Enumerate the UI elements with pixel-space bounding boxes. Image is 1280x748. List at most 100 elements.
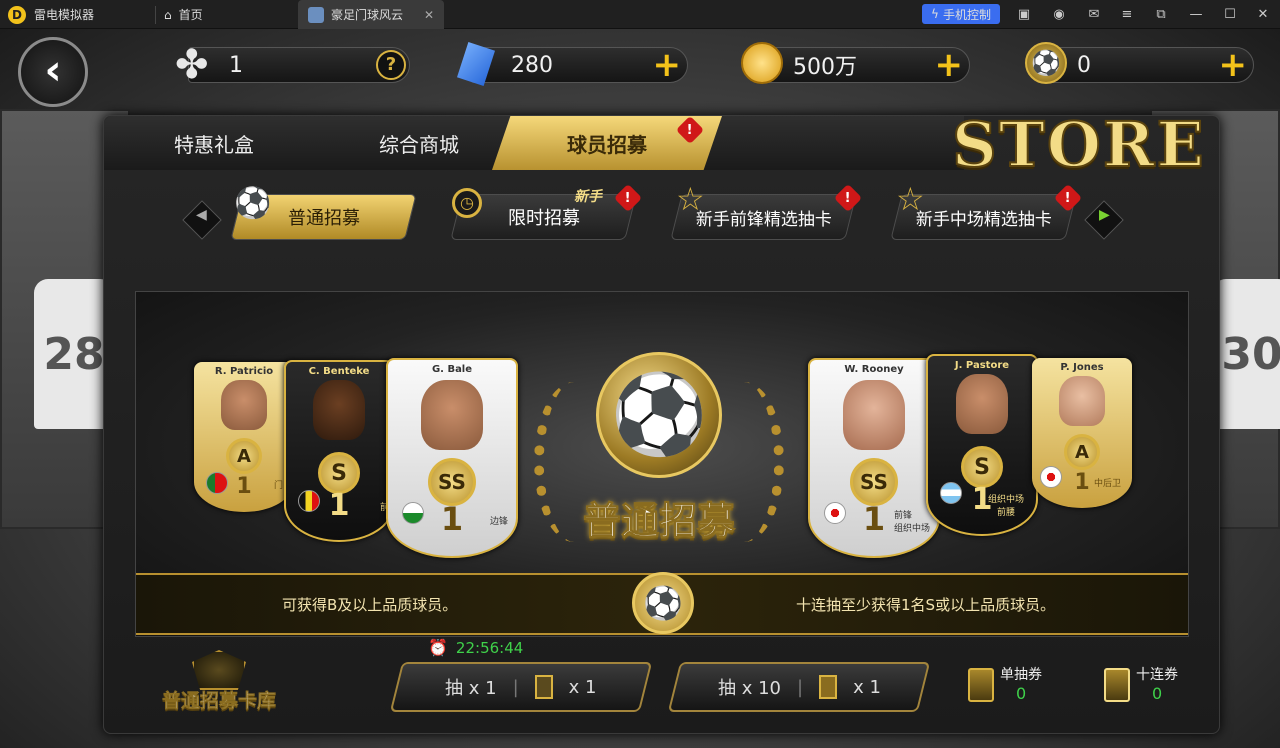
close-window-icon[interactable]: ✕	[1250, 0, 1276, 29]
tab-special-gift[interactable]: 特惠礼盒	[114, 116, 314, 170]
gamepad-icon[interactable]: ▣	[1011, 0, 1037, 29]
ten-ticket-count: 0	[1152, 684, 1163, 703]
tab-general-store-label: 综合商城	[379, 132, 459, 157]
separator: |	[512, 676, 519, 698]
ten-ticket-icon	[818, 675, 837, 699]
card-number: 1	[440, 500, 464, 538]
single-ticket-counter: 单抽券 0	[966, 662, 1086, 712]
card-player-name: P. Jones	[1060, 362, 1104, 373]
add-coins-button[interactable]: +	[935, 48, 964, 82]
single-ticket-count: 0	[1016, 684, 1027, 703]
phone-control-button[interactable]: ϟ 手机控制	[922, 4, 1000, 24]
tab-home-label: 首页	[178, 8, 203, 22]
draw-ten-button[interactable]: 抽 x 10 | x 1	[667, 662, 931, 712]
app-brand: D 雷电模拟器	[8, 0, 94, 29]
card-library-label: 普通招募卡库	[161, 690, 277, 713]
card-number: 1	[1074, 470, 1090, 495]
star-icon: ☆	[896, 180, 925, 218]
info-left-text: 可获得B及以上品质球员。	[282, 596, 458, 614]
flag-england-icon	[1040, 466, 1062, 488]
draw-once-content: 抽 x 1 | x 1	[445, 674, 597, 700]
back-arrow-icon: ‹	[44, 44, 62, 94]
back-button[interactable]: ‹	[18, 37, 88, 107]
single-ticket-icon	[968, 668, 994, 702]
player-card[interactable]: R. Patricio A 1 门	[194, 362, 294, 512]
player-portrait	[956, 374, 1008, 434]
soccer-ball-icon: ⚽	[596, 352, 722, 478]
draw-once-label: 抽 x 1	[445, 678, 497, 699]
player-portrait	[1059, 376, 1105, 426]
account-icon[interactable]: ◉	[1046, 0, 1072, 29]
divider	[155, 6, 156, 24]
single-ticket-icon	[534, 675, 553, 699]
tab-game[interactable]: 豪足门球风云 ✕	[298, 0, 444, 29]
maximize-icon[interactable]: ☐	[1217, 0, 1243, 29]
ball-token-count: 0	[1077, 52, 1091, 78]
add-ball-token-button[interactable]: +	[1219, 48, 1248, 82]
recruit-banner: R. Patricio A 1 门 C. Benteke S 1 前 G. Ba…	[135, 291, 1189, 637]
single-ticket-label: 单抽券	[1000, 667, 1042, 683]
timer-value: 22:56:44	[455, 638, 524, 657]
gem-icon	[457, 42, 495, 86]
card-position: 组织中场 前腰	[988, 495, 1025, 518]
tab-game-label: 豪足门球风云	[331, 8, 404, 22]
flag-portugal-icon	[206, 472, 228, 494]
subtab-limited-recruit-label: 限时招募	[507, 208, 580, 229]
draw-once-button[interactable]: 抽 x 1 | x 1	[389, 662, 653, 712]
card-player-name: J. Pastore	[954, 360, 1010, 371]
player-card[interactable]: W. Rooney SS 1 前锋 组织中场	[808, 358, 940, 558]
player-card[interactable]: P. Jones A 1 中后卫	[1032, 358, 1132, 508]
player-portrait	[843, 380, 905, 450]
app-logo-icon: D	[8, 5, 26, 24]
store-logo: STORE	[951, 107, 1206, 182]
ten-ticket-icon	[1104, 668, 1130, 702]
store-panel: 特惠礼盒 综合商城 球员招募 ! STORE ◀ 普通招募 ⚽ 限时招募 ◷ 新…	[103, 107, 1220, 734]
newbie-tag: 新手	[574, 189, 602, 205]
separator: |	[796, 676, 803, 698]
recruit-emblem: ⚽ 普通招募	[524, 352, 794, 562]
card-number: 1	[328, 488, 350, 523]
draw-ten-cost: x 1	[852, 676, 881, 698]
timer: ⏰ 22:56:44	[428, 638, 523, 657]
player-card[interactable]: C. Benteke S 1 前	[284, 360, 394, 542]
clover-icon: ✤	[175, 42, 209, 88]
add-gems-button[interactable]: +	[653, 48, 682, 82]
star-icon: ☆	[676, 180, 705, 218]
tab-home[interactable]: ⌂ 首页	[164, 0, 292, 29]
player-portrait	[421, 380, 483, 450]
emblem-title: 普通招募	[582, 499, 735, 544]
info-right-text: 十连抽至少获得1名S或以上品质球员。	[796, 596, 1056, 614]
card-player-name: W. Rooney	[844, 364, 904, 375]
prev-arrow-icon: ◀	[196, 207, 207, 223]
help-button[interactable]: ?	[376, 50, 406, 80]
clover-count: 1	[229, 52, 243, 78]
app-name: 雷电模拟器	[34, 8, 95, 22]
coin-count: 500万	[793, 55, 857, 80]
player-card[interactable]: J. Pastore S 1 组织中场 前腰	[926, 354, 1038, 536]
alarm-clock-icon: ⏰	[428, 638, 448, 657]
home-icon: ⌂	[164, 7, 172, 22]
close-tab-icon[interactable]: ✕	[424, 8, 434, 22]
gold-coin-icon: ⚽	[632, 572, 694, 634]
tab-general-store[interactable]: 综合商城	[319, 116, 519, 170]
card-player-name: C. Benteke	[308, 366, 370, 377]
ball-token-icon: ⚽	[1025, 42, 1067, 84]
card-position: 中后卫	[1094, 479, 1122, 489]
coin-icon	[741, 42, 783, 84]
mail-icon[interactable]: ✉	[1081, 0, 1107, 29]
clover-counter: ✤ 1 ?	[175, 42, 410, 88]
tab-player-recruit-label: 球员招募	[567, 132, 647, 157]
draw-once-cost: x 1	[568, 676, 597, 698]
popout-icon[interactable]: ⧉	[1148, 0, 1174, 29]
card-library-button[interactable]: 普通招募卡库	[144, 650, 294, 720]
player-card[interactable]: G. Bale SS 1 边锋	[386, 358, 518, 558]
card-grade: SS	[428, 458, 476, 506]
subtab-forward-draw-label: 新手前锋精选抽卡	[695, 209, 832, 230]
card-player-name: R. Patricio	[214, 366, 274, 377]
tab-special-gift-label: 特惠礼盒	[174, 132, 254, 157]
menu-icon[interactable]: ≡	[1114, 0, 1140, 29]
minimize-icon[interactable]: —	[1183, 0, 1209, 29]
card-position: 前锋 组织中场	[894, 511, 931, 534]
card-grade: SS	[850, 458, 898, 506]
card-position: 门	[274, 481, 284, 491]
